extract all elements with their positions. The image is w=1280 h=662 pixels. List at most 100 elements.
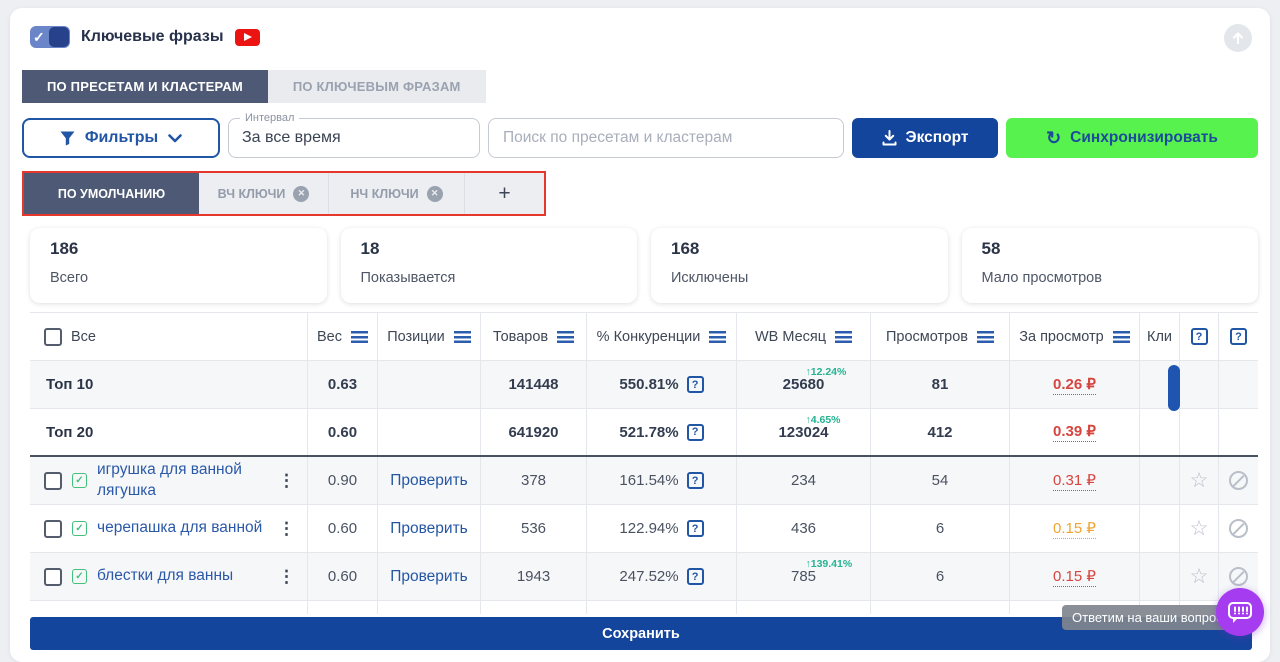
help-icon[interactable] xyxy=(1191,328,1208,345)
star-icon[interactable] xyxy=(1190,468,1209,493)
star-icon[interactable] xyxy=(1190,516,1209,541)
per-view-value[interactable]: 0.26 ₽ xyxy=(1053,375,1096,395)
preset-tab-vch[interactable]: ВЧ КЛЮЧИ xyxy=(199,173,329,214)
row-checkbox[interactable] xyxy=(44,520,62,538)
select-all-checkbox[interactable] xyxy=(44,328,62,346)
sort-icon[interactable] xyxy=(454,331,471,343)
sort-icon[interactable] xyxy=(709,331,726,343)
star-icon[interactable] xyxy=(1190,564,1209,589)
stat-value: 18 xyxy=(361,239,618,259)
col-competition: % Конкуренции xyxy=(597,329,701,345)
preset-tab-default[interactable]: ПО УМОЛЧАНИЮ xyxy=(24,173,199,214)
ban-icon[interactable] xyxy=(1229,567,1248,586)
table-scrollbar-thumb[interactable] xyxy=(1168,365,1180,411)
scroll-to-top-button[interactable] xyxy=(1224,24,1252,52)
keywords-toggle[interactable]: ✓ xyxy=(30,26,70,48)
wb-month-change: ↑4.65% xyxy=(806,414,841,426)
preset-tab-nch[interactable]: НЧ КЛЮЧИ xyxy=(329,173,465,214)
views-value: 6 xyxy=(871,505,1010,552)
arrow-up-icon xyxy=(1231,31,1245,45)
keyword-link[interactable]: черепашка для ванной xyxy=(97,518,262,538)
help-icon[interactable] xyxy=(687,520,704,537)
check-position-link[interactable]: Проверить xyxy=(390,472,468,490)
row-checkbox[interactable] xyxy=(44,568,62,586)
help-icon[interactable] xyxy=(687,424,704,441)
col-wb-month: WB Месяц xyxy=(755,329,826,345)
included-check-icon[interactable] xyxy=(72,473,87,488)
help-icon[interactable] xyxy=(687,568,704,585)
help-icon[interactable] xyxy=(1230,328,1247,345)
stat-label: Мало просмотров xyxy=(982,270,1239,286)
table-row: игрушка для ванной лягушка 0.90 Проверит… xyxy=(30,457,1258,505)
toggle-thumb xyxy=(49,27,69,47)
per-view-value[interactable]: 0.39 ₽ xyxy=(1053,422,1096,442)
interval-select[interactable]: Интервал За все время xyxy=(228,118,480,158)
add-preset-button[interactable]: + xyxy=(465,173,544,214)
views-value: 54 xyxy=(871,457,1010,504)
keyword-link[interactable]: блестки для ванны xyxy=(97,566,233,586)
row-menu-icon[interactable] xyxy=(274,519,299,539)
ban-icon[interactable] xyxy=(1229,471,1248,490)
main-panel: ✓ Ключевые фразы ПО ПРЕСЕТАМ И КЛАСТЕРАМ… xyxy=(10,8,1270,662)
row-menu-icon[interactable] xyxy=(274,567,299,587)
filters-button[interactable]: Фильтры xyxy=(22,118,220,158)
filter-icon xyxy=(60,131,75,146)
row-checkbox[interactable] xyxy=(44,472,62,490)
tab-by-presets-clusters[interactable]: ПО ПРЕСЕТАМ И КЛАСТЕРАМ xyxy=(22,70,268,103)
chat-button[interactable] xyxy=(1216,588,1264,636)
preset-tabs-highlighted: ПО УМОЛЧАНИЮ ВЧ КЛЮЧИ НЧ КЛЮЧИ + xyxy=(22,171,546,216)
ban-icon[interactable] xyxy=(1229,519,1248,538)
products-value: 1943 xyxy=(481,553,587,600)
stat-card-low-views: 58 Мало просмотров xyxy=(962,228,1259,303)
col-clicks-truncated: Кли xyxy=(1147,329,1172,345)
views-value: 81 xyxy=(871,361,1010,408)
help-icon[interactable] xyxy=(687,472,704,489)
competition-value: 521.78% xyxy=(619,424,678,441)
check-position-link[interactable]: Проверить xyxy=(390,520,468,538)
youtube-icon[interactable] xyxy=(235,29,260,46)
sort-icon[interactable] xyxy=(351,331,368,343)
per-view-value[interactable]: 0.15 ₽ xyxy=(1053,519,1096,539)
export-button[interactable]: Экспорт xyxy=(852,118,998,158)
chat-tooltip: Ответим на ваши вопросы xyxy=(1062,605,1242,630)
competition-value: 161.54% xyxy=(619,472,678,489)
table-header-row: Все Вес Позиции Товаров % Конкуренции WB… xyxy=(30,313,1258,361)
products-value: 378 xyxy=(481,457,587,504)
stat-card-excluded: 168 Исключены xyxy=(651,228,948,303)
included-check-icon[interactable] xyxy=(72,569,87,584)
summary-row-top10: Топ 10 0.63 141448 550.81% ↑12.24%25680 … xyxy=(30,361,1258,409)
chevron-down-icon xyxy=(168,134,182,143)
sort-icon[interactable] xyxy=(557,331,574,343)
help-icon[interactable] xyxy=(687,376,704,393)
close-icon[interactable] xyxy=(293,186,309,202)
search-input[interactable] xyxy=(489,119,843,157)
sync-icon: ↻ xyxy=(1046,128,1061,149)
check-position-link[interactable]: Проверить xyxy=(390,568,468,586)
products-value: 536 xyxy=(481,505,587,552)
download-icon xyxy=(882,130,897,146)
competition-value: 122.94% xyxy=(619,520,678,537)
toggle-check-icon: ✓ xyxy=(33,26,45,48)
chat-bubble-icon xyxy=(1226,598,1254,626)
weight-value: 0.60 xyxy=(308,553,378,600)
weight-value: 0.60 xyxy=(308,409,378,455)
per-view-value[interactable]: 0.31 ₽ xyxy=(1053,471,1096,491)
sync-button[interactable]: ↻ Синхронизировать xyxy=(1006,118,1258,158)
close-icon[interactable] xyxy=(427,186,443,202)
keywords-table: Все Вес Позиции Товаров % Конкуренции WB… xyxy=(30,312,1258,614)
wb-month-change: ↑12.24% xyxy=(806,366,847,378)
sort-icon[interactable] xyxy=(835,331,852,343)
sort-icon[interactable] xyxy=(1113,331,1130,343)
col-views: Просмотров xyxy=(886,329,968,345)
per-view-value[interactable]: 0.15 ₽ xyxy=(1053,567,1096,587)
col-weight: Вес xyxy=(317,329,342,345)
keyword-link[interactable]: игрушка для ванной лягушка xyxy=(97,460,264,500)
row-menu-icon[interactable] xyxy=(274,471,299,491)
table-row: черепашка для ванной 0.60 Проверить 536 … xyxy=(30,505,1258,553)
tab-by-key-phrases[interactable]: ПО КЛЮЧЕВЫМ ФРАЗАМ xyxy=(268,70,486,103)
page-title: Ключевые фразы xyxy=(81,28,224,46)
sort-icon[interactable] xyxy=(977,331,994,343)
competition-value: 247.52% xyxy=(619,568,678,585)
included-check-icon[interactable] xyxy=(72,521,87,536)
stat-label: Всего xyxy=(50,270,307,286)
